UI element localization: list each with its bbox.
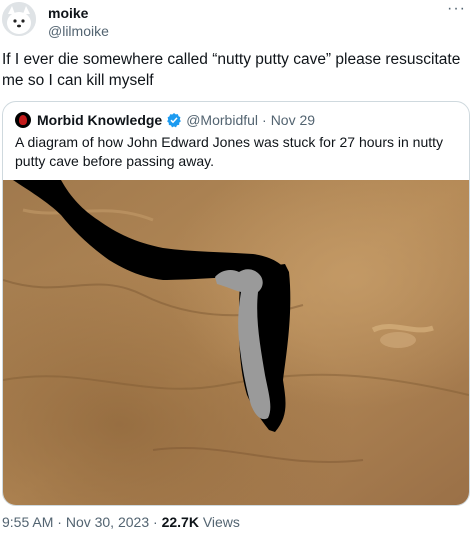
author-handle[interactable]: @lilmoike (48, 22, 109, 40)
cave-diagram-image[interactable] (3, 180, 469, 506)
quoted-author-handle[interactable]: @Morbidful (186, 112, 258, 128)
morbid-knowledge-logo-icon (15, 112, 31, 128)
quoted-tweet-header: Morbid Knowledge @Morbidful · Nov 29 (15, 111, 315, 129)
author-name[interactable]: moike (48, 4, 88, 22)
meta-separator: · (53, 514, 66, 530)
quoted-tweet-text: A diagram of how John Edward Jones was s… (15, 134, 444, 169)
dog-avatar-icon (2, 2, 36, 36)
meta-separator-2: · (149, 514, 162, 530)
avatar[interactable] (2, 2, 36, 36)
tweet-meta: 9:55 AM · Nov 30, 2023 · 22.7K Views (2, 514, 240, 530)
views-label: Views (198, 514, 240, 530)
quoted-author-name[interactable]: Morbid Knowledge (37, 112, 162, 128)
verified-badge-icon (167, 113, 182, 128)
quoted-date[interactable]: Nov 29 (271, 112, 315, 128)
tweet-text: If I ever die somewhere called “nutty pu… (2, 51, 461, 89)
views-count: 22.7K (161, 514, 199, 530)
quoted-tweet[interactable]: Morbid Knowledge @Morbidful · Nov 29 A d… (2, 101, 470, 506)
tweet-date[interactable]: Nov 30, 2023 (66, 514, 149, 530)
more-options-icon[interactable]: ··· (447, 0, 466, 18)
tweet-time[interactable]: 9:55 AM (2, 514, 53, 530)
quoted-separator: · (262, 112, 267, 128)
